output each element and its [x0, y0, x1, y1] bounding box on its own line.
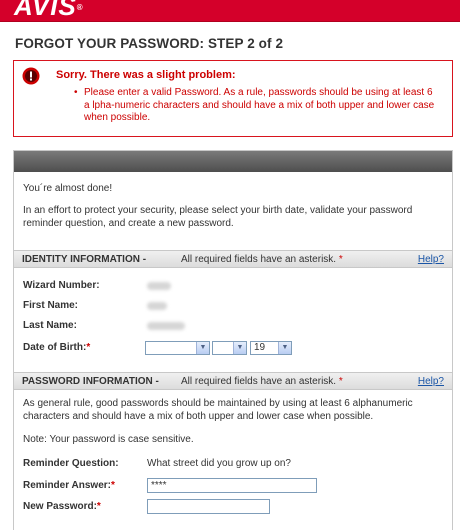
error-message-box: Sorry. There was a slight problem: Pleas… — [13, 60, 453, 137]
wizard-number-label: Wizard Number: — [23, 280, 100, 291]
dob-year-select[interactable]: 19 ▼ — [250, 341, 292, 355]
error-heading: Sorry. There was a slight problem: — [56, 69, 236, 81]
new-password-label: New Password:* — [23, 501, 101, 512]
last-name-value — [147, 322, 185, 330]
panel-header-bar — [14, 151, 452, 172]
password-reset-form: You´re almost done! In an effort to prot… — [13, 150, 453, 530]
intro-text: You´re almost done! — [23, 183, 113, 194]
password-rule-text: As general rule, good passwords should b… — [23, 398, 413, 422]
chevron-down-icon: ▼ — [233, 342, 246, 354]
page-title: FORGOT YOUR PASSWORD: STEP 2 of 2 — [15, 36, 284, 51]
chevron-down-icon: ▼ — [196, 342, 209, 354]
brand-header: AVIS® — [0, 0, 460, 22]
dob-month-select[interactable]: ▼ — [145, 341, 210, 355]
new-password-input[interactable] — [147, 499, 270, 514]
dob-label: Date of Birth:* — [23, 342, 91, 353]
reminder-answer-input[interactable]: **** — [147, 478, 317, 493]
last-name-label: Last Name: — [23, 320, 77, 331]
identity-required-note: All required fields have an asterisk. * — [181, 254, 343, 265]
reminder-question-label: Reminder Question: — [23, 458, 119, 469]
password-required-note: All required fields have an asterisk. * — [181, 376, 343, 387]
error-icon — [22, 67, 40, 85]
password-case-note: Note: Your password is case sensitive. — [23, 434, 194, 445]
identity-section-title: IDENTITY INFORMATION - — [22, 254, 147, 265]
chevron-down-icon: ▼ — [278, 342, 291, 354]
first-name-value — [147, 302, 167, 310]
identity-help-link[interactable]: Help? — [418, 254, 444, 265]
intro-description: In an effort to protect your security, p… — [23, 205, 413, 229]
error-item: Please enter a valid Password. As a rule… — [74, 87, 436, 125]
password-section-header: PASSWORD INFORMATION - All required fiel… — [14, 372, 452, 390]
avis-logo[interactable]: AVIS® — [14, 0, 84, 22]
reminder-answer-label: Reminder Answer:* — [23, 480, 115, 491]
wizard-number-value — [147, 282, 171, 290]
password-section-title: PASSWORD INFORMATION - — [22, 376, 159, 387]
password-help-link[interactable]: Help? — [418, 376, 444, 387]
first-name-label: First Name: — [23, 300, 79, 311]
reminder-question-value: What street did you grow up on? — [147, 458, 291, 469]
error-list: Please enter a valid Password. As a rule… — [74, 87, 436, 125]
dob-day-select[interactable]: ▼ — [212, 341, 247, 355]
identity-section-header: IDENTITY INFORMATION - All required fiel… — [14, 250, 452, 268]
